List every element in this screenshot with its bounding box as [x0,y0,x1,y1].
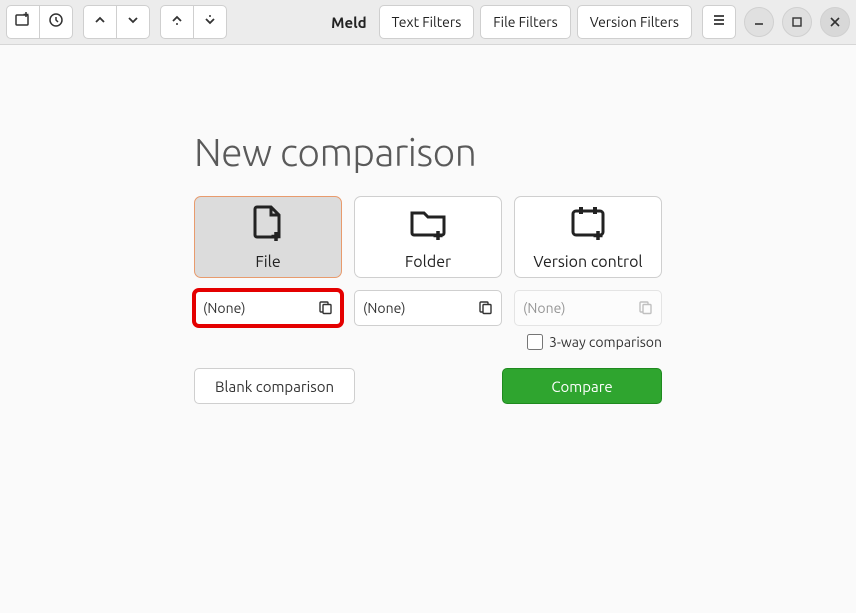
blank-comparison-button[interactable]: Blank comparison [194,368,355,404]
chevron-down-icon [126,13,140,31]
hamburger-icon [712,13,726,31]
actions-row: Blank comparison Compare [194,368,662,404]
file-chooser-2[interactable]: (None) [354,290,502,326]
paste-icon [637,299,653,318]
file-chooser-2-label: (None) [363,300,477,316]
window-maximize-button[interactable] [782,7,812,37]
prev-conflict-button[interactable] [160,5,194,39]
hamburger-menu-button[interactable] [702,5,736,39]
chevron-down-dot-icon [203,13,217,31]
version-filters-button[interactable]: Version Filters [577,5,692,39]
maximize-icon [792,13,802,31]
prev-change-button[interactable] [83,5,117,39]
paste-icon [477,299,493,318]
page-heading: New comparison [194,131,662,174]
history-icon [48,12,64,32]
card-folder[interactable]: Folder [354,196,502,278]
card-vc-label: Version control [533,253,642,271]
compare-button[interactable]: Compare [502,368,662,404]
file-chooser-1-label: (None) [203,300,317,316]
file-chooser-3: (None) [514,290,662,326]
threeway-checkbox[interactable] [527,334,543,350]
window-minimize-button[interactable] [744,7,774,37]
chevron-up-dot-icon [170,13,184,31]
folder-plus-icon [407,203,449,253]
chevron-up-icon [93,13,107,31]
app-title: Meld [331,14,367,31]
new-tab-button[interactable] [6,5,40,39]
next-change-button[interactable] [116,5,150,39]
threeway-text: 3-way comparison [549,334,662,350]
vc-plus-icon [567,203,609,253]
threeway-checkbox-label[interactable]: 3-way comparison [527,334,662,350]
window-close-button[interactable] [820,7,850,37]
header-bar: Meld Text Filters File Filters Version F… [0,0,856,45]
file-choosers: (None) (None) (None) [194,290,662,326]
card-file[interactable]: File [194,196,342,278]
card-file-label: File [255,253,280,271]
paste-icon [317,299,333,318]
tab-plus-icon [15,12,31,32]
threeway-row: 3-way comparison [194,334,662,350]
recent-button[interactable] [39,5,73,39]
main-content: New comparison File Folder Version contr… [0,45,856,404]
minimize-icon [754,13,764,31]
next-conflict-button[interactable] [193,5,227,39]
file-chooser-3-label: (None) [523,300,637,316]
text-filters-button[interactable]: Text Filters [379,5,475,39]
card-folder-label: Folder [405,253,451,271]
close-icon [830,13,840,31]
file-plus-icon [247,203,289,253]
comparison-type-cards: File Folder Version control [194,196,662,278]
file-chooser-1[interactable]: (None) [194,290,342,326]
file-filters-button[interactable]: File Filters [480,5,570,39]
card-version-control[interactable]: Version control [514,196,662,278]
